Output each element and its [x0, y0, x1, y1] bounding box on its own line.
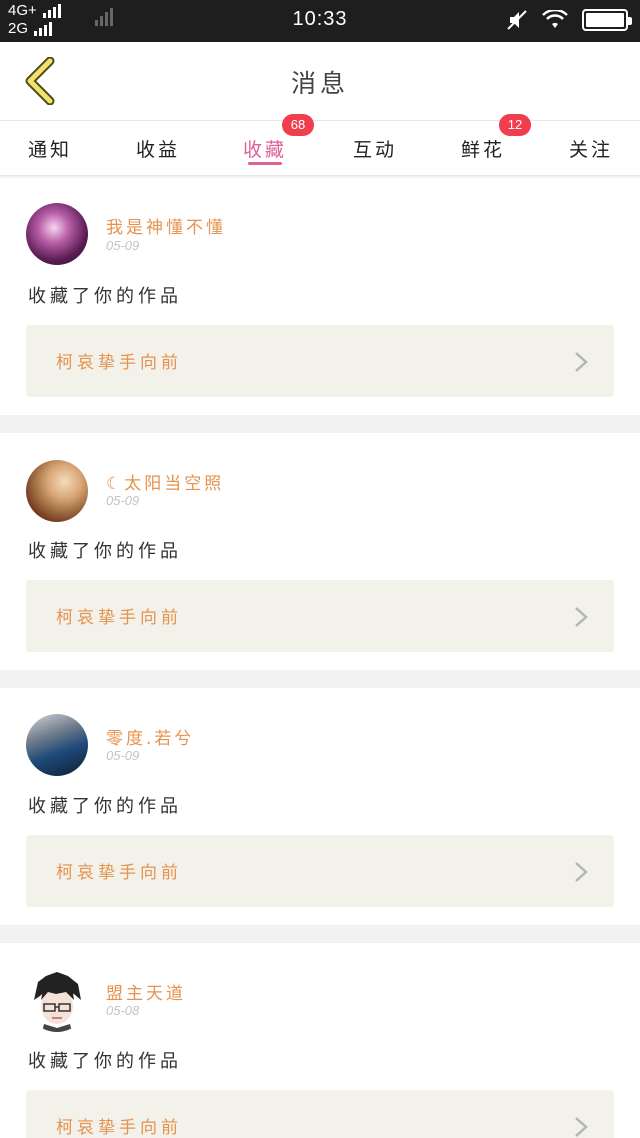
user-name[interactable]: 零度.若兮 [106, 724, 194, 749]
active-tab-indicator [248, 162, 282, 165]
tab-label: 互动 [352, 138, 397, 161]
chevron-right-icon [575, 352, 588, 372]
work-link[interactable]: 柯哀挚手向前 [26, 325, 614, 397]
work-link[interactable]: 柯哀挚手向前 [26, 1090, 614, 1138]
notification-action: 收藏了你的作品 [28, 1051, 182, 1072]
flowers-count-badge: 12 [499, 114, 531, 136]
work-title: 柯哀挚手向前 [56, 863, 182, 883]
chevron-right-icon [575, 1117, 588, 1137]
work-title: 柯哀挚手向前 [56, 1118, 182, 1138]
notification-card: 盟主天道 05-08 收藏了你的作品 柯哀挚手向前 [0, 943, 640, 1138]
page-title: 消息 [290, 69, 349, 98]
anime-boy-icon [34, 972, 81, 1032]
tab-follows[interactable]: 关注 [542, 121, 640, 175]
work-title: 柯哀挚手向前 [56, 353, 182, 373]
tab-label: 收益 [135, 138, 180, 161]
notification-card: 我是神懂不懂 05-09 收藏了你的作品 柯哀挚手向前 [0, 178, 640, 415]
user-name[interactable]: 盟主天道 [106, 979, 186, 1004]
notification-date: 05-09 [106, 493, 140, 508]
tab-bar: 通知 收益 收藏 互动 鲜花 关注 68 12 [0, 114, 640, 176]
tab-notifications[interactable]: 通知 [0, 121, 100, 175]
notification-card: ☾太阳当空照 05-09 收藏了你的作品 柯哀挚手向前 [0, 433, 640, 670]
avatar[interactable] [26, 970, 88, 1032]
work-link[interactable]: 柯哀挚手向前 [26, 835, 614, 907]
tab-label: 关注 [568, 138, 613, 161]
notification-action: 收藏了你的作品 [28, 286, 182, 307]
notification-date: 05-08 [106, 1003, 140, 1018]
work-title: 柯哀挚手向前 [56, 608, 182, 628]
user-name[interactable]: 我是神懂不懂 [106, 213, 226, 238]
tab-earnings[interactable]: 收益 [108, 121, 208, 175]
work-link[interactable]: 柯哀挚手向前 [26, 580, 614, 652]
favorites-count-badge: 68 [282, 114, 314, 136]
avatar[interactable] [26, 203, 88, 265]
notification-date: 05-09 [106, 748, 140, 763]
avatar[interactable] [26, 460, 88, 522]
chevron-right-icon [575, 607, 588, 627]
chevron-right-icon [575, 862, 588, 882]
tab-label: 通知 [27, 138, 72, 161]
nav-bar: 消息 [0, 42, 640, 120]
user-name[interactable]: ☾太阳当空照 [106, 469, 224, 494]
status-bar: 4G+ 2G 10:33 [0, 0, 640, 42]
notification-date: 05-09 [106, 238, 140, 253]
battery-icon [582, 9, 632, 31]
tab-label: 鲜花 [460, 138, 505, 161]
avatar[interactable] [26, 714, 88, 776]
mute-icon [507, 10, 527, 30]
notification-action: 收藏了你的作品 [28, 541, 182, 562]
wifi-icon [542, 10, 568, 28]
tab-label: 收藏 [242, 138, 287, 161]
notification-card: 零度.若兮 05-09 收藏了你的作品 柯哀挚手向前 [0, 688, 640, 925]
tab-interactions[interactable]: 互动 [325, 121, 425, 175]
notification-action: 收藏了你的作品 [28, 796, 182, 817]
